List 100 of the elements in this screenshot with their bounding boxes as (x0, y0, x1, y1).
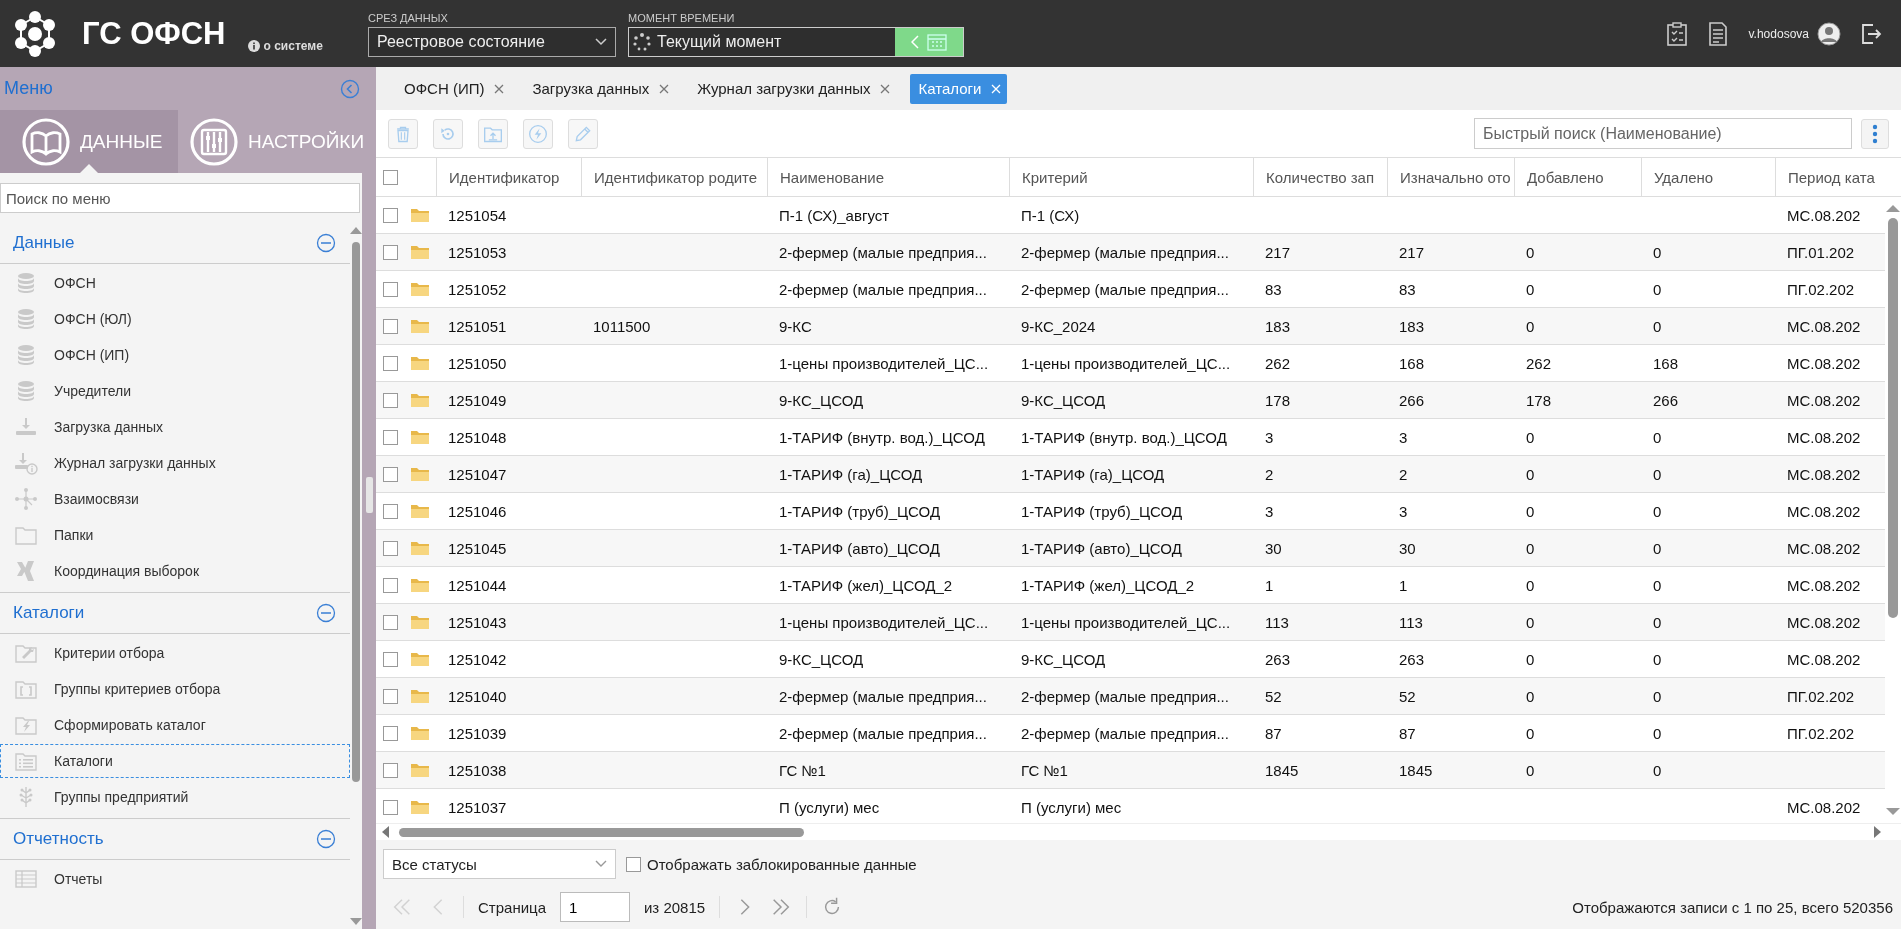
checkbox-label: Отображать заблокированные данные (647, 855, 917, 873)
menu-item[interactable]: Загрузка данных (0, 410, 350, 444)
close-icon[interactable] (659, 83, 670, 94)
checkbox[interactable] (383, 355, 398, 371)
menu-section-header[interactable]: Данные (0, 223, 350, 264)
checkbox[interactable] (383, 244, 398, 260)
menu-section-header[interactable]: Каталоги (0, 592, 350, 634)
column-header[interactable]: Период ката (1775, 158, 1885, 196)
table-cell-text: 1-ТАРИФ (га)_ЦСОД (778, 465, 924, 483)
column-header[interactable]: Изначально ото (1387, 158, 1514, 196)
logout-icon[interactable] (1861, 22, 1883, 45)
table-cell-text: 0 (1652, 317, 1663, 335)
table-cell-text: 1845 (1398, 761, 1434, 779)
checkbox[interactable] (383, 466, 398, 482)
close-icon[interactable] (494, 83, 505, 94)
select-all-checkbox[interactable] (383, 169, 398, 185)
time-moment-field[interactable]: Текущий момент (628, 26, 964, 57)
table-cell-text: 1251044 (447, 576, 508, 594)
page-number-field[interactable]: 1 (560, 892, 630, 922)
table-cell-text: 0 (1525, 465, 1536, 483)
table-cell-text: 0 (1652, 539, 1663, 557)
collapse-icon[interactable] (340, 78, 360, 99)
menu-item[interactable]: Каталоги (0, 744, 350, 778)
table-cell-text: 83 (1264, 280, 1283, 298)
collapse-section-icon[interactable] (316, 233, 336, 253)
table-cell-text: ГС №1 (1020, 761, 1069, 779)
folder-icon (410, 614, 430, 630)
table-cell-text: 83 (1398, 280, 1417, 298)
checkbox[interactable] (383, 429, 398, 445)
column-header[interactable]: Добавлено (1514, 158, 1641, 196)
table-cell-text: МС.08.202 (1786, 650, 1862, 668)
document-tab[interactable]: Загрузка данных (524, 73, 676, 104)
table-cell-text: ПГ.01.202 (1786, 243, 1856, 261)
table-cell-text: 1251054 (447, 206, 508, 224)
table-cell-text: 1-ТАРИФ (га)_ЦСОД (1020, 465, 1166, 483)
checkbox[interactable] (383, 318, 398, 334)
splitter-handle[interactable] (366, 477, 373, 513)
menu-section-header[interactable]: Отчетность (0, 818, 350, 860)
menu-item[interactable]: Критерии отбора (0, 636, 350, 670)
column-header[interactable]: Наименование (767, 158, 1009, 196)
table-cell-text: МС.08.202 (1786, 613, 1862, 631)
table-cell-text: 1251048 (447, 428, 508, 446)
checkbox[interactable] (383, 503, 398, 519)
checkbox[interactable] (383, 207, 398, 223)
checkbox[interactable] (383, 799, 398, 815)
checkbox[interactable] (383, 392, 398, 408)
clipboard-icon[interactable] (1666, 21, 1687, 46)
more-options-button[interactable] (1861, 118, 1889, 149)
table-cell-text: 9-КС (778, 317, 813, 335)
checkbox[interactable] (383, 651, 398, 667)
menu-item[interactable]: Группы критериев отбора (0, 672, 350, 706)
collapse-section-icon[interactable] (316, 603, 336, 623)
collapse-section-icon[interactable] (316, 829, 336, 849)
table-cell-text: 266 (1398, 391, 1426, 409)
menu-item[interactable]: Учредители (0, 374, 350, 408)
close-icon[interactable] (880, 83, 891, 94)
table-cell-text: 1251039 (447, 724, 508, 742)
menu-item[interactable]: ОФСН (ИП) (0, 338, 350, 372)
menu-item[interactable]: Взаимосвязи (0, 482, 350, 516)
checkbox[interactable] (626, 856, 641, 872)
menu-item[interactable]: ОФСН (ЮЛ) (0, 302, 350, 336)
column-header[interactable]: Критерий (1009, 158, 1253, 196)
menu-item[interactable]: Координация выборок (0, 554, 350, 588)
menu-item[interactable]: Папки (0, 518, 350, 552)
data-slice-select[interactable]: Реестровое состояние (368, 26, 616, 57)
menu-item[interactable]: Журнал загрузки данных (0, 446, 350, 480)
user-avatar-icon[interactable] (1817, 21, 1841, 46)
table-cell-text: 0 (1525, 687, 1536, 705)
document-tab[interactable]: Журнал загрузки данных (689, 73, 897, 104)
checkbox[interactable] (383, 725, 398, 741)
column-header[interactable]: Идентификатор (436, 158, 581, 196)
table-cell-text: 168 (1398, 354, 1426, 372)
sliders-icon (190, 117, 238, 166)
about-link[interactable]: о системе (263, 38, 323, 53)
quick-search-field[interactable]: Быстрый поиск (Наименование) (1474, 118, 1852, 149)
checkbox[interactable] (383, 281, 398, 297)
table-cell-text: 263 (1398, 650, 1426, 668)
menu-item[interactable]: Отчеты (0, 862, 350, 896)
menu-item[interactable]: Группы предприятий (0, 780, 350, 814)
table-cell-text: 183 (1398, 317, 1426, 335)
calendar-button[interactable] (895, 27, 963, 56)
menu-item[interactable]: Сформировать каталог (0, 708, 350, 742)
column-header[interactable]: Количество зап (1253, 158, 1387, 196)
checkbox[interactable] (383, 688, 398, 704)
table-cell-text: П (услуги) мес (778, 798, 881, 816)
menu-search-field[interactable]: Поиск по меню (0, 183, 360, 213)
column-header[interactable]: Удалено (1641, 158, 1775, 196)
table-cell-text: 1011500 (592, 317, 652, 335)
checkbox[interactable] (383, 614, 398, 630)
column-header[interactable]: Идентификатор родите (581, 158, 767, 196)
checkbox[interactable] (383, 762, 398, 778)
folder-icon (410, 651, 430, 667)
document-tab[interactable]: ОФСН (ИП) (396, 73, 511, 104)
table-cell-text: ПГ.02.202 (1786, 724, 1856, 742)
document-icon[interactable] (1706, 21, 1729, 46)
status-filter-select[interactable]: Все статусы (383, 849, 616, 879)
table-cell-text: 1-ТАРИФ (внутр. вод.)_ЦСОД (778, 428, 986, 446)
checkbox[interactable] (383, 540, 398, 556)
menu-item[interactable]: ОФСН (0, 266, 350, 300)
checkbox[interactable] (383, 577, 398, 593)
